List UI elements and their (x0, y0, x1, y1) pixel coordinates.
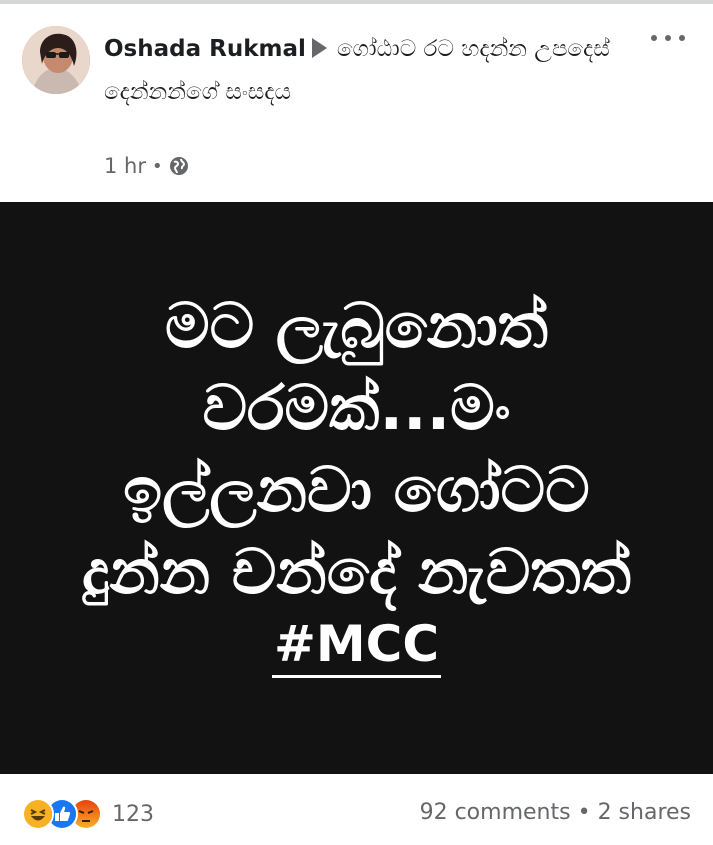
image-line: වරමක්...මං (202, 370, 511, 444)
dot-icon (665, 35, 671, 41)
post-image[interactable]: මට ලැබුනොත් වරමක්...මං ඉල්ලනවා ගෝටට දුන්… (0, 202, 713, 774)
post-timestamp[interactable]: 1 hr (104, 154, 146, 178)
haha-icon (22, 798, 54, 830)
author-name[interactable]: Oshada Rukmal (104, 36, 306, 62)
stats-separator: • (577, 800, 591, 825)
globe-icon[interactable] (169, 156, 189, 176)
post-stats: 92 comments • 2 shares (420, 800, 691, 825)
image-line: දුන්න චන්දේ නැවතත් (82, 534, 631, 608)
image-line: මට ලැබුනොත් (165, 288, 548, 362)
more-options-icon[interactable] (651, 28, 685, 48)
meta-separator: • (151, 155, 163, 177)
avatar[interactable] (22, 26, 90, 94)
reactions-summary[interactable]: 123 (22, 798, 154, 830)
image-text: මට ලැබුනොත් වරමක්...මං ඉල්ලනවා ගෝටට දුන්… (82, 285, 631, 613)
comments-link[interactable]: 92 comments (420, 800, 571, 825)
image-line: ඉල්ලනවා ගෝටට (123, 452, 590, 526)
right-arrow-icon (311, 38, 327, 58)
post-meta: 1 hr • (104, 154, 189, 178)
dot-icon (651, 35, 657, 41)
post-title: Oshada Rukmal ගෝඨාට රට හදන්න උපදෙස් දෙන්න… (104, 28, 624, 114)
dot-icon (679, 35, 685, 41)
hashtag: #MCC (271, 613, 442, 678)
shares-link[interactable]: 2 shares (598, 800, 691, 825)
post-header: Oshada Rukmal ගෝඨාට රට හදන්න උපදෙස් දෙන්න… (0, 4, 713, 202)
post-footer: 123 92 comments • 2 shares (0, 774, 713, 845)
reaction-count[interactable]: 123 (112, 802, 154, 827)
